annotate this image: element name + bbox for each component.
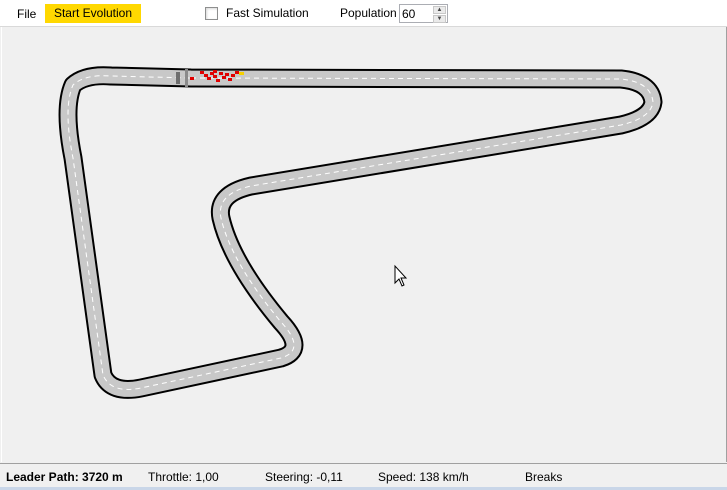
steering-status: Steering: -0,11 — [265, 470, 343, 484]
start-evolution-button[interactable]: Start Evolution — [45, 4, 141, 23]
leader-car — [239, 72, 244, 75]
leader-path-status: Leader Path: 3720 m — [6, 470, 123, 484]
simulation-canvas[interactable] — [1, 27, 727, 462]
car — [190, 77, 194, 80]
car — [225, 73, 229, 76]
breaks-status: Breaks — [525, 470, 563, 484]
track-road-surface — [60, 68, 661, 397]
population-input[interactable]: 60 ▲ ▼ — [399, 4, 448, 23]
throttle-status: Throttle: 1,00 — [148, 470, 219, 484]
mouse-cursor-icon — [394, 264, 408, 287]
track-outer-edge — [58, 66, 663, 399]
car — [204, 74, 208, 77]
spinner-up-icon[interactable]: ▲ — [433, 6, 446, 14]
toolbar: File Start Evolution Fast Simulation Pop… — [0, 0, 727, 27]
fast-simulation-option[interactable]: Fast Simulation — [205, 6, 309, 20]
car — [216, 79, 220, 82]
car — [219, 72, 223, 75]
start-line-marker-2 — [185, 69, 188, 87]
spinner-down-icon[interactable]: ▼ — [433, 15, 446, 23]
car — [231, 74, 235, 77]
population-value[interactable]: 60 — [402, 7, 415, 21]
population-spinner[interactable]: ▲ ▼ — [433, 6, 446, 23]
race-track — [58, 66, 663, 399]
speed-status: Speed: 138 km/h — [378, 470, 469, 484]
car — [235, 71, 239, 74]
checkbox-icon[interactable] — [205, 6, 218, 20]
file-menu[interactable]: File — [11, 5, 42, 23]
car — [213, 70, 217, 73]
status-bar: Leader Path: 3720 m Throttle: 1,00 Steer… — [0, 463, 727, 488]
fast-simulation-label: Fast Simulation — [226, 6, 309, 20]
car — [207, 77, 211, 80]
track-centerline — [67, 75, 654, 390]
car — [222, 76, 226, 79]
car — [213, 75, 217, 78]
car — [228, 78, 232, 81]
car — [200, 71, 204, 74]
start-line-marker — [176, 72, 180, 84]
population-label: Population — [340, 6, 397, 20]
